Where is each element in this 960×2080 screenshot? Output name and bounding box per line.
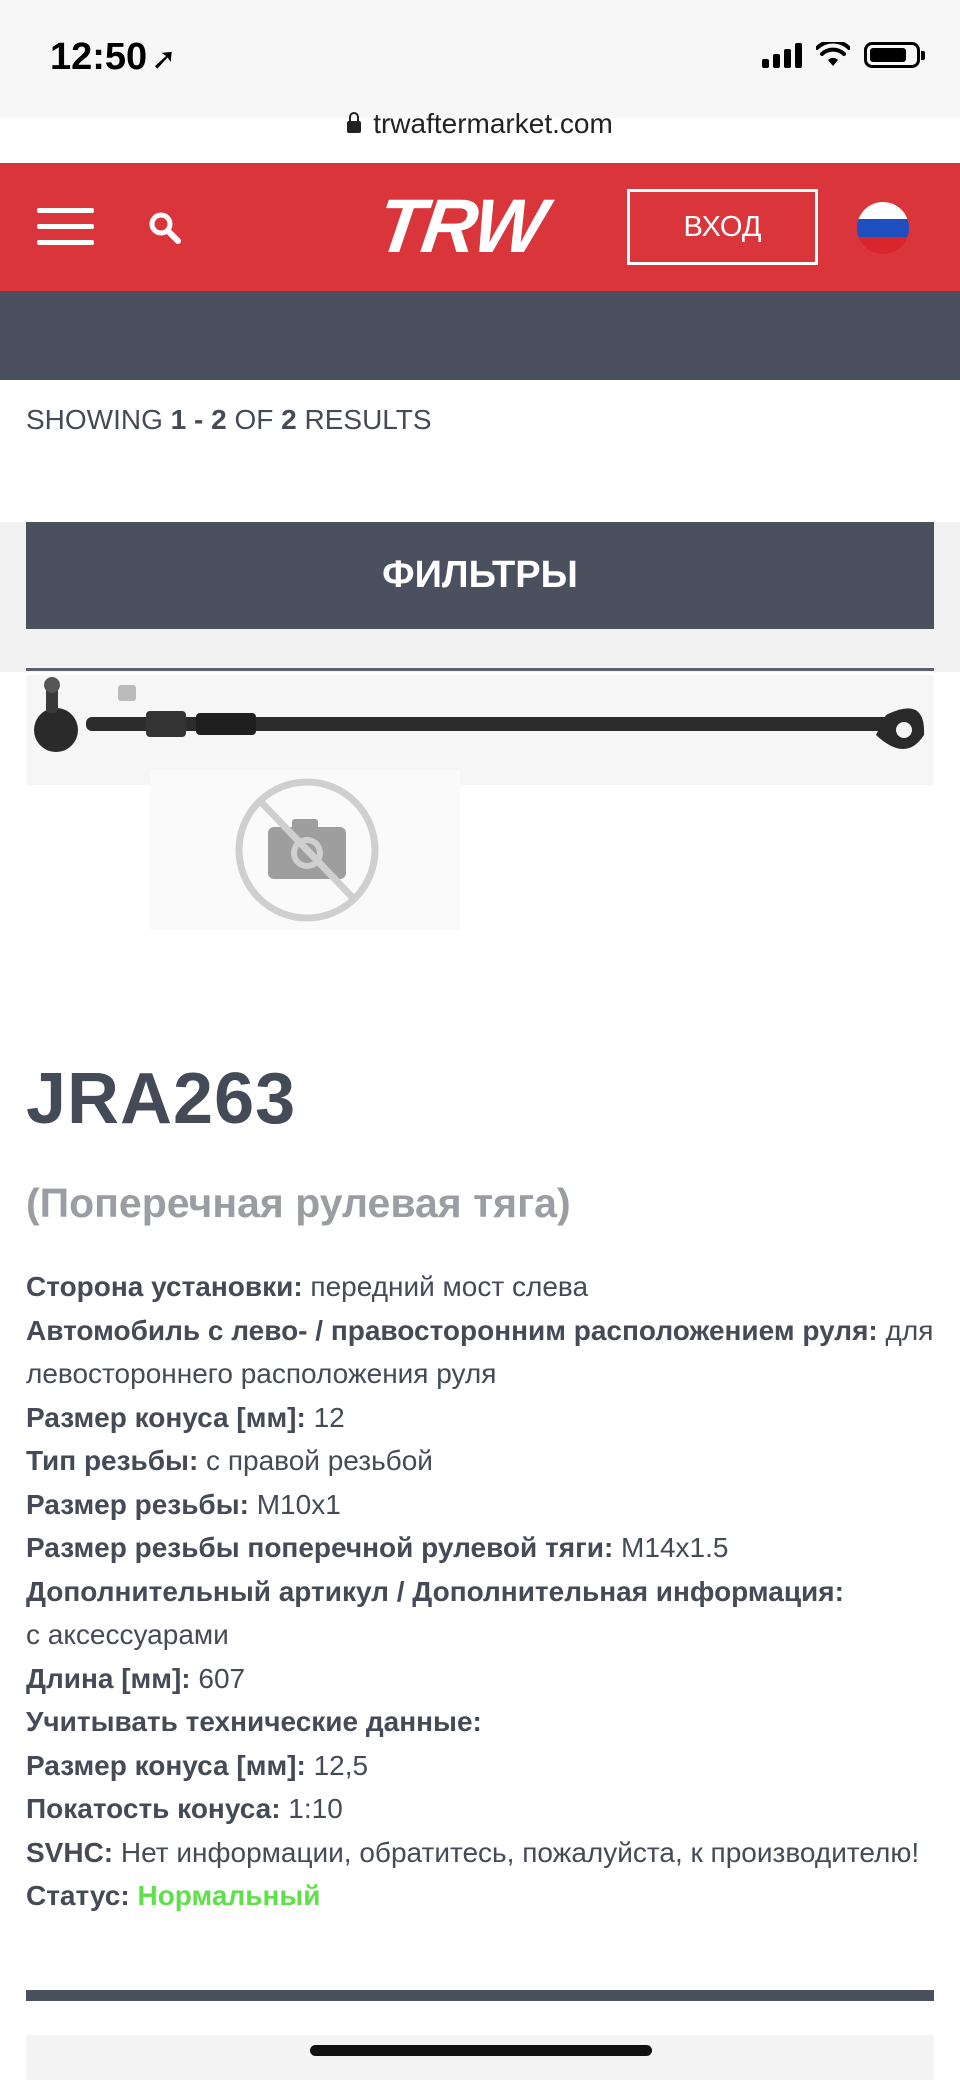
hamburger-menu-icon[interactable]	[37, 208, 94, 246]
url-text: trwaftermarket.com	[373, 108, 613, 139]
search-icon[interactable]	[148, 211, 182, 245]
filters-button[interactable]: ФИЛЬТРЫ	[26, 522, 934, 629]
spec-row: Размер конуса [мм]: 12	[26, 1401, 345, 1433]
trw-logo[interactable]: TRW	[372, 184, 550, 269]
spec-row: Покатость конуса: 1:10	[26, 1793, 343, 1824]
product-code[interactable]: JRA263	[26, 1058, 296, 1140]
spec-row: Длина [мм]: 607	[26, 1662, 246, 1694]
spec-row: Учитывать технические данные:	[26, 1706, 482, 1737]
spec-row: Размер конуса [мм]: 12,5	[26, 1749, 369, 1781]
status-time: 12:50 ➚	[50, 36, 176, 79]
divider	[26, 1990, 934, 2001]
spec-row: Размер резьбы поперечной рулевой тяги: M…	[26, 1532, 729, 1563]
ios-status-bar: 12:50 ➚ trwaftermarket.com	[0, 0, 960, 139]
status-icons	[762, 42, 925, 68]
spec-row: Сторона установки: передний мост слева	[26, 1271, 589, 1302]
wifi-icon	[816, 42, 850, 66]
spec-row: SVHC: Нет информации, обратитесь, пожалу…	[26, 1836, 920, 1868]
next-product-image[interactable]	[26, 2035, 934, 2080]
status-row: Статус: Нормальный	[26, 1880, 321, 1911]
spec-row: Размер резьбы: M10x1	[26, 1488, 341, 1520]
results-count: SHOWING 1 - 2 OF 2 RESULTS	[26, 404, 432, 435]
no-photo-icon	[235, 778, 379, 922]
tie-rod-product-image[interactable]	[26, 675, 934, 785]
status-value: Нормальный	[137, 1880, 321, 1911]
time-text: 12:50	[50, 36, 148, 78]
spec-row: Тип резьбы: с правой резьбой	[26, 1445, 433, 1476]
spec-row: Дополнительный артикул / Дополнительная …	[26, 1575, 844, 1651]
lock-icon	[347, 112, 362, 133]
cellular-signal-icon	[762, 42, 802, 68]
battery-icon	[864, 42, 925, 68]
url-bar[interactable]: trwaftermarket.com	[0, 108, 960, 140]
login-button[interactable]: ВХОД	[627, 189, 818, 265]
product-specifications: Сторона установки: передний мост слева А…	[26, 1265, 936, 1918]
location-arrow-icon: ➚	[151, 43, 177, 76]
russia-flag-icon[interactable]	[857, 202, 909, 254]
home-indicator[interactable]	[310, 2045, 652, 2056]
site-header: TRW ВХОД	[0, 163, 960, 291]
divider	[26, 668, 934, 671]
sub-navigation-bar	[0, 291, 960, 380]
product-name: (Поперечная рулевая тяга)	[26, 1180, 571, 1226]
spec-row: Автомобиль с лево- / правосторонним расп…	[26, 1314, 934, 1390]
